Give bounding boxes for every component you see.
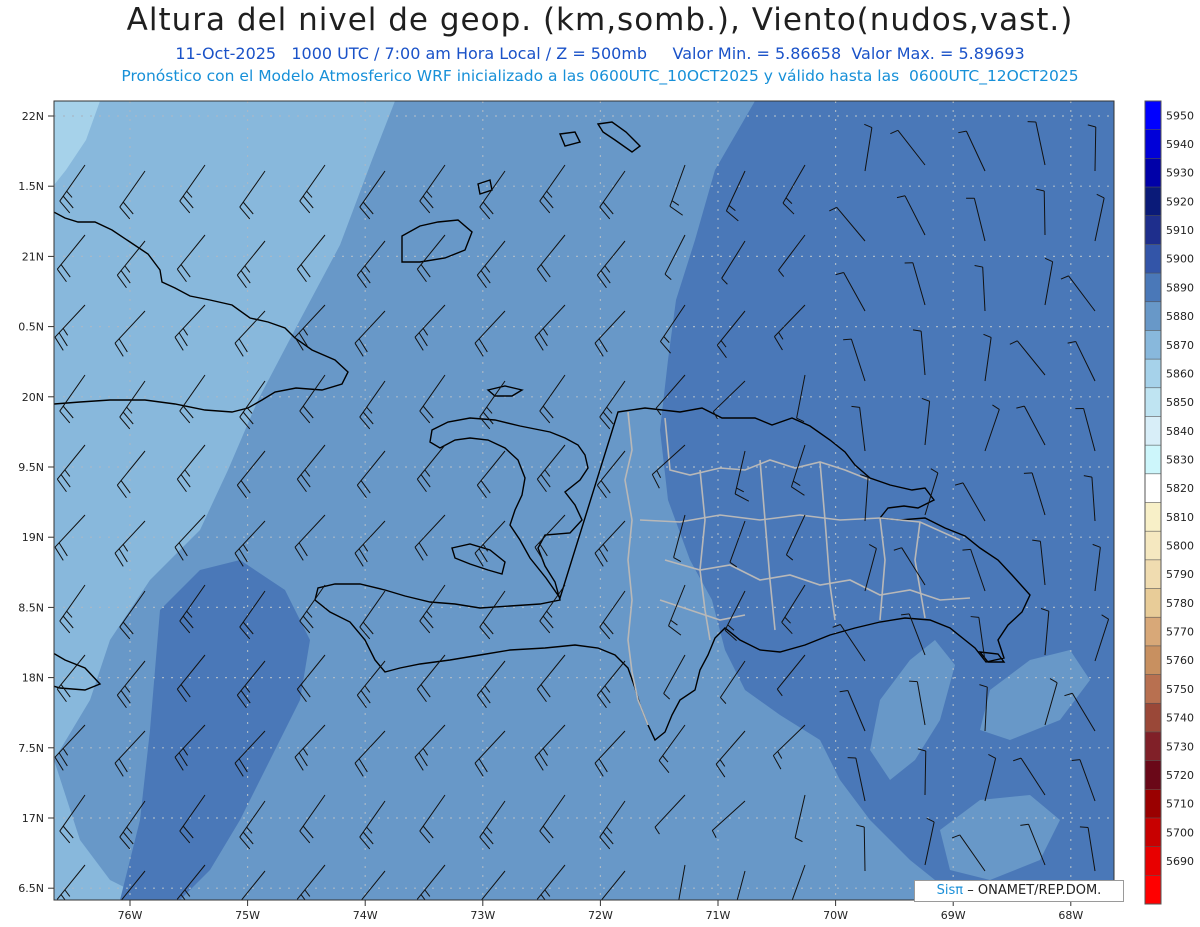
colorbar-swatch (1145, 875, 1161, 905)
lon-label: 76W (118, 909, 143, 922)
colorbar-label: 5910 (1166, 224, 1194, 237)
colorbar-swatch (1145, 129, 1161, 159)
colorbar-label: 5690 (1166, 855, 1194, 868)
colorbar: 5950 5940 5930 5920 5910 5900 5890 5880 5870 5860… (1144, 100, 1194, 905)
colorbar-label: 5820 (1166, 482, 1194, 495)
colorbar-swatch (1145, 187, 1161, 217)
colorbar-swatch (1145, 617, 1161, 647)
map-panel: 22N 1.5N 21N 0.5N 20N 9.5N 19N 8.5N 18N 7.5N 17N 6.… (18, 100, 1194, 922)
colorbar-label: 5740 (1166, 712, 1194, 725)
colorbar-label: 5710 (1166, 798, 1194, 811)
credit-box: Sisπ – ONAMET/REP.DOM. (914, 880, 1124, 902)
colorbar-label: 5840 (1166, 425, 1194, 438)
colorbar-label: 5790 (1166, 568, 1194, 581)
colorbar-label: 5890 (1166, 281, 1194, 294)
colorbar-label: 5750 (1166, 683, 1194, 696)
colorbar-label: 5920 (1166, 195, 1194, 208)
colorbar-swatch (1145, 215, 1161, 245)
lat-label: 20N (22, 391, 44, 404)
colorbar-swatch (1145, 674, 1161, 704)
lon-label: 68W (1058, 909, 1083, 922)
colorbar-swatch (1145, 359, 1161, 389)
lat-label: 9.5N (18, 461, 44, 474)
colorbar-label: 5830 (1166, 454, 1194, 467)
lat-label: 22N (22, 110, 44, 123)
colorbar-label: 5770 (1166, 626, 1194, 639)
colorbar-swatch (1145, 473, 1161, 503)
colorbar-swatch (1145, 731, 1161, 762)
colorbar-label: 5760 (1166, 654, 1194, 667)
colorbar-label: 5930 (1166, 167, 1194, 180)
latitude-axis: 22N 1.5N 21N 0.5N 20N 9.5N 19N 8.5N 18N 7.5N 17N 6.… (18, 110, 54, 895)
lat-label: 8.5N (18, 601, 44, 614)
colorbar-label: 5780 (1166, 597, 1194, 610)
colorbar-swatch (1145, 445, 1161, 475)
lat-label: 7.5N (18, 742, 44, 755)
colorbar-swatch (1145, 846, 1161, 876)
longitude-axis: 76W 75W 74W 73W 72W 71W 70W 69W 68W (118, 900, 1083, 922)
lon-label: 69W (941, 909, 966, 922)
colorbar-swatch (1145, 502, 1161, 532)
colorbar-label: 5870 (1166, 339, 1194, 352)
colorbar-swatch (1145, 789, 1161, 819)
colorbar-label: 5950 (1166, 109, 1194, 122)
colorbar-swatch (1145, 703, 1161, 733)
lat-label: 6.5N (18, 882, 44, 895)
credit-text: – ONAMET/REP.DOM. (967, 883, 1102, 898)
colorbar-swatch (1145, 301, 1161, 331)
lon-label: 75W (235, 909, 260, 922)
colorbar-label: 5900 (1166, 253, 1194, 266)
colorbar-swatch (1145, 645, 1161, 676)
colorbar-swatch (1145, 760, 1161, 790)
lon-label: 72W (588, 909, 613, 922)
colorbar-label: 5730 (1166, 740, 1194, 753)
lat-label: 17N (22, 812, 44, 825)
colorbar-label: 5800 (1166, 540, 1194, 553)
colorbar-label: 5850 (1166, 396, 1194, 409)
colorbar-label: 5720 (1166, 769, 1194, 782)
colorbar-swatch (1145, 273, 1161, 303)
colorbar-swatch (1145, 101, 1161, 131)
lon-label: 71W (706, 909, 731, 922)
colorbar-label: 5860 (1166, 367, 1194, 380)
colorbar-swatch (1145, 817, 1161, 848)
colorbar-swatch (1145, 244, 1161, 274)
sispi-logo-text: Sisπ (936, 883, 964, 898)
lat-label: 0.5N (18, 321, 44, 334)
colorbar-swatch (1145, 330, 1161, 360)
colorbar-label: 5880 (1166, 310, 1194, 323)
lat-label: 18N (22, 672, 44, 685)
colorbar-swatch (1145, 387, 1161, 417)
lon-label: 70W (823, 909, 848, 922)
colorbar-swatch (1145, 531, 1161, 561)
colorbar-swatch (1145, 588, 1161, 618)
lat-label: 19N (22, 531, 44, 544)
colorbar-swatch (1145, 559, 1161, 590)
lat-label: 1.5N (18, 180, 44, 193)
colorbar-label: 5940 (1166, 138, 1194, 151)
colorbar-swatch (1145, 416, 1161, 446)
colorbar-swatch (1145, 158, 1161, 188)
lon-label: 73W (470, 909, 495, 922)
colorbar-label: 5810 (1166, 511, 1194, 524)
colorbar-label: 5700 (1166, 826, 1194, 839)
lon-label: 74W (353, 909, 378, 922)
lat-label: 21N (22, 250, 44, 263)
